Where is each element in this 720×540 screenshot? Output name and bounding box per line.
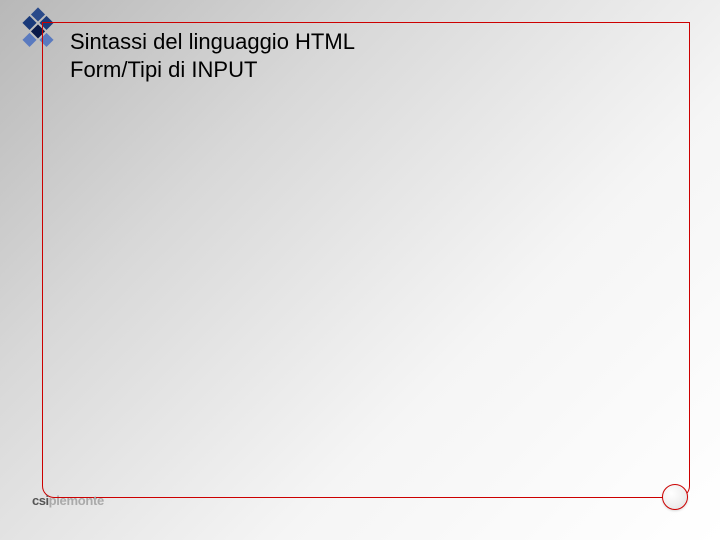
title-line-1: Sintassi del linguaggio HTML	[70, 28, 355, 56]
title-line-2: Form/Tipi di INPUT	[70, 56, 355, 84]
slide: Sintassi del linguaggio HTML Form/Tipi d…	[0, 0, 720, 540]
footer-brand-light: piemonte	[49, 493, 104, 508]
footer-brand: csipiemonte	[32, 492, 104, 510]
page-indicator	[662, 484, 688, 510]
footer-brand-bold: csi	[32, 493, 49, 508]
slide-title: Sintassi del linguaggio HTML Form/Tipi d…	[70, 28, 355, 83]
content-frame	[42, 22, 690, 498]
